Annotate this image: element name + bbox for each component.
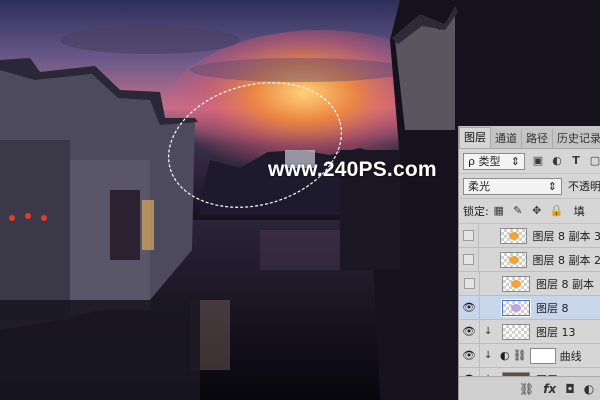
mask-icon[interactable]: ◘: [565, 382, 575, 396]
layer-name: 图层 8 副本 2: [532, 253, 600, 267]
layer-row[interactable]: 👁 ↓ 图层 13: [459, 320, 600, 344]
adjustment-layer-icon: ◐: [500, 349, 510, 362]
link-icon[interactable]: ⛓: [519, 382, 534, 396]
hidden-box-icon: [462, 254, 474, 265]
lock-transparent-icon[interactable]: ▦: [493, 205, 505, 217]
layer-filter-dropdown[interactable]: ρ 类型 ⇕: [463, 152, 525, 170]
updown-arrow-icon: ⇕: [510, 154, 520, 168]
layers-panel: 图层 通道 路径 历史记录 ρ 类型 ⇕ ▣ ◐ T ▢ 柔光 ⇕ 不透明 锁定…: [458, 126, 600, 400]
layer-thumbnail: [500, 227, 527, 244]
eye-icon: 👁: [462, 301, 476, 314]
visibility-toggle[interactable]: 👁: [459, 344, 480, 367]
visibility-toggle[interactable]: 👁: [459, 320, 480, 343]
blend-mode-value: 柔光: [468, 180, 490, 193]
layer-name: 图层 8 副本 3: [532, 229, 600, 243]
blend-mode-dropdown[interactable]: 柔光 ⇕: [463, 177, 562, 195]
eye-icon: 👁: [462, 349, 476, 362]
chain-link-icon: ⛓: [512, 349, 527, 362]
layer-row[interactable]: 👁 ↓ ◐ ⛓ 曲线: [459, 344, 600, 368]
layer-name: 图层 8 副本: [536, 277, 594, 291]
blend-row: 柔光 ⇕ 不透明: [459, 174, 600, 199]
layer-thumbnail: [500, 251, 527, 268]
tab-channels[interactable]: 通道: [491, 129, 522, 148]
shape-filter-icon[interactable]: ▢: [589, 155, 600, 167]
text-filter-icon[interactable]: T: [570, 155, 582, 167]
clip-arrow-icon: ↓: [484, 326, 493, 337]
hidden-box-icon: [463, 278, 475, 289]
layer-name: 图层 8: [536, 301, 569, 315]
hidden-box-icon: [462, 230, 474, 241]
tab-history[interactable]: 历史记录: [553, 129, 600, 148]
visibility-toggle[interactable]: [459, 248, 479, 271]
visibility-toggle[interactable]: [459, 272, 480, 295]
layer-name: 曲线: [559, 349, 582, 363]
visibility-toggle[interactable]: 👁: [459, 296, 480, 319]
fx-icon[interactable]: fx: [543, 382, 556, 396]
layer-thumbnail: [501, 298, 531, 317]
mask-thumbnail: [529, 347, 556, 364]
tab-layers[interactable]: 图层: [459, 127, 491, 148]
layer-row[interactable]: 图层 8 副本 2: [459, 248, 600, 272]
watermark-text: www.240PS.com: [268, 158, 437, 181]
fill-label: 填: [573, 205, 585, 218]
image-filter-icon[interactable]: ▣: [532, 155, 544, 167]
adjustment-filter-icon[interactable]: ◐: [551, 155, 563, 167]
panel-bottom-toolbar: ⛓ fx ◘ ◐: [459, 376, 600, 400]
layer-row[interactable]: 图层 8 副本: [459, 272, 600, 296]
clip-arrow-icon: ↓: [484, 350, 493, 361]
layer-row-selected[interactable]: 👁 图层 8: [459, 296, 600, 320]
tab-paths[interactable]: 路径: [522, 129, 553, 148]
lock-move-icon[interactable]: ✥: [531, 205, 543, 217]
lock-label: 锁定:: [463, 205, 489, 218]
opacity-label: 不透明: [568, 180, 600, 193]
adjustment-icon[interactable]: ◐: [584, 382, 594, 396]
layer-row[interactable]: 图层 8 副本 3: [459, 224, 600, 248]
filter-row: ρ 类型 ⇕ ▣ ◐ T ▢: [459, 149, 600, 174]
panel-tabs: 图层 通道 路径 历史记录: [459, 126, 600, 149]
lock-brush-icon[interactable]: ✎: [512, 205, 524, 217]
layer-thumbnail: [502, 323, 530, 340]
lock-row: 锁定: ▦ ✎ ✥ 🔒 填: [459, 199, 600, 224]
lock-all-icon[interactable]: 🔒: [550, 205, 564, 217]
layer-thumbnail: [502, 275, 530, 292]
updown-arrow-icon: ⇕: [547, 179, 557, 193]
eye-icon: 👁: [462, 325, 476, 338]
layer-name: 图层 13: [536, 325, 576, 339]
visibility-toggle[interactable]: [459, 224, 479, 247]
layer-list: 图层 8 副本 3 图层 8 副本 2 图层 8 副本 👁 图层 8 👁 ↓ 图…: [459, 224, 600, 392]
layer-filter-label: ρ 类型: [468, 155, 501, 168]
